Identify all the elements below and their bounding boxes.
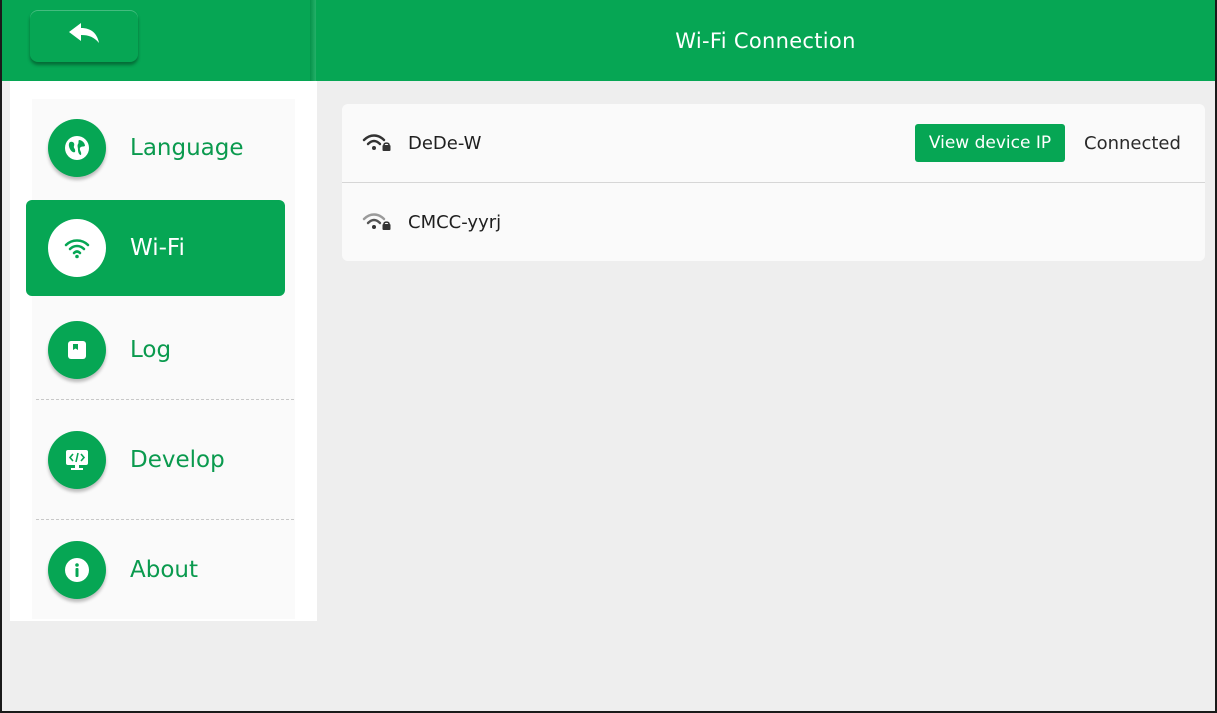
- wifi-ssid: DeDe-W: [408, 132, 482, 154]
- sidebar-divider: [36, 519, 294, 520]
- page-title: Wi-Fi Connection: [675, 28, 856, 53]
- info-icon: [48, 541, 106, 599]
- sidebar-item-label: Language: [130, 135, 244, 161]
- back-button[interactable]: [30, 10, 138, 62]
- view-device-ip-button[interactable]: View device IP: [915, 124, 1065, 162]
- globe-icon: [48, 119, 106, 177]
- sidebar-divider: [36, 399, 294, 400]
- sidebar-item-language[interactable]: Language: [26, 100, 285, 196]
- sidebar-item-label: Log: [130, 337, 172, 363]
- connection-status: Connected: [1084, 132, 1181, 154]
- wifi-locked-icon: [362, 132, 392, 154]
- sidebar-item-log[interactable]: Log: [26, 302, 285, 398]
- sidebar-item-about[interactable]: About: [26, 522, 285, 618]
- header-bar: Wi-Fi Connection: [2, 0, 1215, 81]
- wifi-network-row[interactable]: DeDe-W: [342, 104, 1205, 182]
- back-arrow-icon: [67, 21, 101, 51]
- wifi-locked-icon: [362, 211, 392, 233]
- wifi-ssid: CMCC-yyrj: [408, 211, 502, 233]
- sidebar-item-label: Develop: [130, 447, 225, 473]
- app-frame: Wi-Fi Connection Language Wi-Fi Log Deve…: [0, 0, 1217, 713]
- sidebar-item-develop[interactable]: Develop: [26, 412, 285, 508]
- develop-icon: [48, 431, 106, 489]
- sidebar-item-label: About: [130, 557, 199, 583]
- log-icon: [48, 321, 106, 379]
- wifi-list: DeDe-W View device IP Connected CMCC-yyr…: [342, 104, 1205, 261]
- sidebar-item-label: Wi-Fi: [130, 235, 185, 261]
- wifi-icon: [48, 219, 106, 277]
- wifi-network-row[interactable]: CMCC-yyrj: [342, 183, 1205, 261]
- sidebar-item-wifi[interactable]: Wi-Fi: [26, 200, 285, 296]
